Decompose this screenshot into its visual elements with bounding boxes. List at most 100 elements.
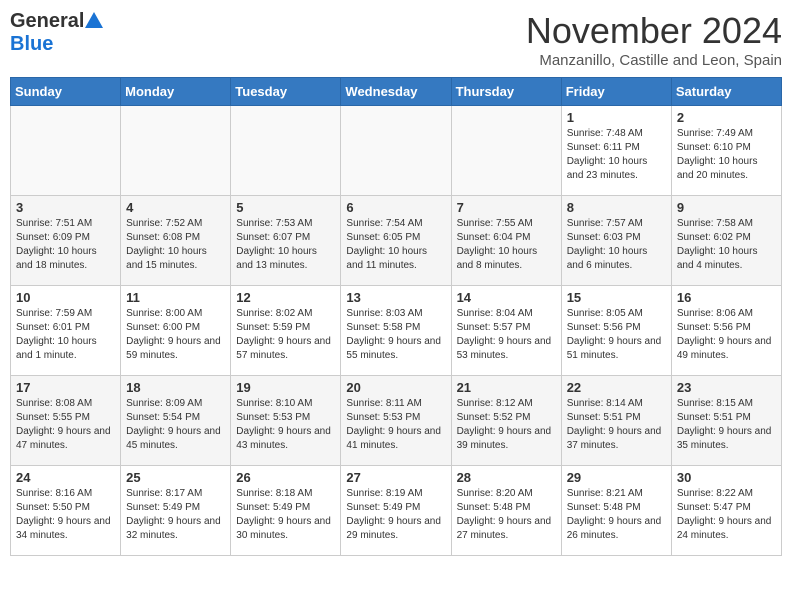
logo-triangle-icon — [85, 12, 103, 28]
header-row: SundayMondayTuesdayWednesdayThursdayFrid… — [11, 78, 782, 106]
calendar-cell: 8Sunrise: 7:57 AM Sunset: 6:03 PM Daylig… — [561, 196, 671, 286]
day-number: 10 — [16, 290, 115, 305]
calendar-cell — [451, 106, 561, 196]
day-info: Sunrise: 7:54 AM Sunset: 6:05 PM Dayligh… — [346, 217, 445, 273]
day-number: 7 — [457, 200, 556, 215]
day-number: 16 — [677, 290, 776, 305]
logo: General Blue — [10, 10, 103, 56]
day-info: Sunrise: 8:10 AM Sunset: 5:53 PM Dayligh… — [236, 397, 335, 453]
day-info: Sunrise: 7:59 AM Sunset: 6:01 PM Dayligh… — [16, 307, 115, 363]
header-day-thursday: Thursday — [451, 78, 561, 106]
day-info: Sunrise: 8:04 AM Sunset: 5:57 PM Dayligh… — [457, 307, 556, 363]
day-info: Sunrise: 7:57 AM Sunset: 6:03 PM Dayligh… — [567, 217, 666, 273]
day-number: 25 — [126, 470, 225, 485]
calendar-cell: 13 Sunrise: 8:03 AM Sunset: 5:58 PM Dayli… — [341, 286, 451, 376]
day-info: Sunrise: 8:15 AM Sunset: 5:51 PM Dayligh… — [677, 397, 776, 453]
calendar-cell: 23 Sunrise: 8:15 AM Sunset: 5:51 PM Dayli… — [671, 376, 781, 466]
calendar-cell: 18 Sunrise: 8:09 AM Sunset: 5:54 PM Dayli… — [121, 376, 231, 466]
day-number: 18 — [126, 380, 225, 395]
day-info: Sunrise: 8:22 AM Sunset: 5:47 PM Dayligh… — [677, 487, 776, 543]
header-day-friday: Friday — [561, 78, 671, 106]
day-number: 27 — [346, 470, 445, 485]
day-info: Sunrise: 8:06 AM Sunset: 5:56 PM Dayligh… — [677, 307, 776, 363]
calendar-cell: 30 Sunrise: 8:22 AM Sunset: 5:47 PM Dayli… — [671, 466, 781, 556]
header-day-sunday: Sunday — [11, 78, 121, 106]
day-info: Sunrise: 8:09 AM Sunset: 5:54 PM Dayligh… — [126, 397, 225, 453]
week-row-5: 24Sunrise: 8:16 AM Sunset: 5:50 PM Dayli… — [11, 466, 782, 556]
week-row-1: 1Sunrise: 7:48 AM Sunset: 6:11 PM Daylig… — [11, 106, 782, 196]
day-number: 5 — [236, 200, 335, 215]
day-info: Sunrise: 8:05 AM Sunset: 5:56 PM Dayligh… — [567, 307, 666, 363]
day-info: Sunrise: 8:02 AM Sunset: 5:59 PM Dayligh… — [236, 307, 335, 363]
day-number: 11 — [126, 290, 225, 305]
day-number: 9 — [677, 200, 776, 215]
day-info: Sunrise: 7:49 AM Sunset: 6:10 PM Dayligh… — [677, 127, 776, 183]
calendar-cell: 16 Sunrise: 8:06 AM Sunset: 5:56 PM Dayli… — [671, 286, 781, 376]
calendar-cell: 7 Sunrise: 7:55 AM Sunset: 6:04 PM Daylig… — [451, 196, 561, 286]
calendar-cell: 6 Sunrise: 7:54 AM Sunset: 6:05 PM Daylig… — [341, 196, 451, 286]
day-info: Sunrise: 8:18 AM Sunset: 5:49 PM Dayligh… — [236, 487, 335, 543]
day-number: 23 — [677, 380, 776, 395]
day-info: Sunrise: 8:14 AM Sunset: 5:51 PM Dayligh… — [567, 397, 666, 453]
day-info: Sunrise: 8:03 AM Sunset: 5:58 PM Dayligh… — [346, 307, 445, 363]
page-header: General Blue November 2024 Manzanillo, C… — [10, 10, 782, 69]
day-number: 22 — [567, 380, 666, 395]
header-day-monday: Monday — [121, 78, 231, 106]
calendar-cell: 17 Sunrise: 8:08 AM Sunset: 5:55 PM Dayli… — [11, 376, 121, 466]
month-title: November 2024 — [526, 10, 782, 52]
day-number: 14 — [457, 290, 556, 305]
calendar-cell: 21Sunrise: 8:12 AM Sunset: 5:52 PM Dayli… — [451, 376, 561, 466]
calendar-table: SundayMondayTuesdayWednesdayThursdayFrid… — [10, 77, 782, 556]
calendar-cell: 11 Sunrise: 8:00 AM Sunset: 6:00 PM Dayli… — [121, 286, 231, 376]
calendar-cell: 22 Sunrise: 8:14 AM Sunset: 5:51 PM Dayli… — [561, 376, 671, 466]
day-info: Sunrise: 8:11 AM Sunset: 5:53 PM Dayligh… — [346, 397, 445, 453]
location: Manzanillo, Castille and Leon, Spain — [526, 52, 782, 69]
calendar-cell: 26 Sunrise: 8:18 AM Sunset: 5:49 PM Dayli… — [231, 466, 341, 556]
calendar-cell: 14 Sunrise: 8:04 AM Sunset: 5:57 PM Dayli… — [451, 286, 561, 376]
logo-general: General — [10, 10, 84, 33]
day-info: Sunrise: 8:17 AM Sunset: 5:49 PM Dayligh… — [126, 487, 225, 543]
day-number: 30 — [677, 470, 776, 485]
day-number: 12 — [236, 290, 335, 305]
calendar-cell: 25 Sunrise: 8:17 AM Sunset: 5:49 PM Dayli… — [121, 466, 231, 556]
calendar-header: SundayMondayTuesdayWednesdayThursdayFrid… — [11, 78, 782, 106]
day-info: Sunrise: 8:08 AM Sunset: 5:55 PM Dayligh… — [16, 397, 115, 453]
calendar-cell — [121, 106, 231, 196]
week-row-2: 3 Sunrise: 7:51 AM Sunset: 6:09 PM Daylig… — [11, 196, 782, 286]
day-number: 19 — [236, 380, 335, 395]
day-number: 15 — [567, 290, 666, 305]
day-info: Sunrise: 7:53 AM Sunset: 6:07 PM Dayligh… — [236, 217, 335, 273]
day-info: Sunrise: 7:55 AM Sunset: 6:04 PM Dayligh… — [457, 217, 556, 273]
day-number: 17 — [16, 380, 115, 395]
header-day-wednesday: Wednesday — [341, 78, 451, 106]
day-number: 4 — [126, 200, 225, 215]
day-info: Sunrise: 8:20 AM Sunset: 5:48 PM Dayligh… — [457, 487, 556, 543]
calendar-cell: 24Sunrise: 8:16 AM Sunset: 5:50 PM Dayli… — [11, 466, 121, 556]
day-number: 3 — [16, 200, 115, 215]
day-number: 21 — [457, 380, 556, 395]
calendar-cell: 2Sunrise: 7:49 AM Sunset: 6:10 PM Daylig… — [671, 106, 781, 196]
header-day-saturday: Saturday — [671, 78, 781, 106]
day-number: 26 — [236, 470, 335, 485]
day-number: 6 — [346, 200, 445, 215]
day-number: 28 — [457, 470, 556, 485]
day-info: Sunrise: 7:52 AM Sunset: 6:08 PM Dayligh… — [126, 217, 225, 273]
day-info: Sunrise: 7:51 AM Sunset: 6:09 PM Dayligh… — [16, 217, 115, 273]
week-row-4: 17 Sunrise: 8:08 AM Sunset: 5:55 PM Dayli… — [11, 376, 782, 466]
day-info: Sunrise: 8:00 AM Sunset: 6:00 PM Dayligh… — [126, 307, 225, 363]
calendar-cell: 19 Sunrise: 8:10 AM Sunset: 5:53 PM Dayli… — [231, 376, 341, 466]
calendar-cell: 20Sunrise: 8:11 AM Sunset: 5:53 PM Dayli… — [341, 376, 451, 466]
calendar-cell — [341, 106, 451, 196]
calendar-cell: 1Sunrise: 7:48 AM Sunset: 6:11 PM Daylig… — [561, 106, 671, 196]
calendar-cell: 5 Sunrise: 7:53 AM Sunset: 6:07 PM Daylig… — [231, 196, 341, 286]
day-number: 24 — [16, 470, 115, 485]
day-number: 29 — [567, 470, 666, 485]
week-row-3: 10 Sunrise: 7:59 AM Sunset: 6:01 PM Dayli… — [11, 286, 782, 376]
calendar-cell — [11, 106, 121, 196]
day-number: 13 — [346, 290, 445, 305]
calendar-cell: 15 Sunrise: 8:05 AM Sunset: 5:56 PM Dayli… — [561, 286, 671, 376]
calendar-cell: 10 Sunrise: 7:59 AM Sunset: 6:01 PM Dayli… — [11, 286, 121, 376]
day-info: Sunrise: 7:48 AM Sunset: 6:11 PM Dayligh… — [567, 127, 666, 183]
calendar-cell: 4 Sunrise: 7:52 AM Sunset: 6:08 PM Daylig… — [121, 196, 231, 286]
day-info: Sunrise: 8:19 AM Sunset: 5:49 PM Dayligh… — [346, 487, 445, 543]
